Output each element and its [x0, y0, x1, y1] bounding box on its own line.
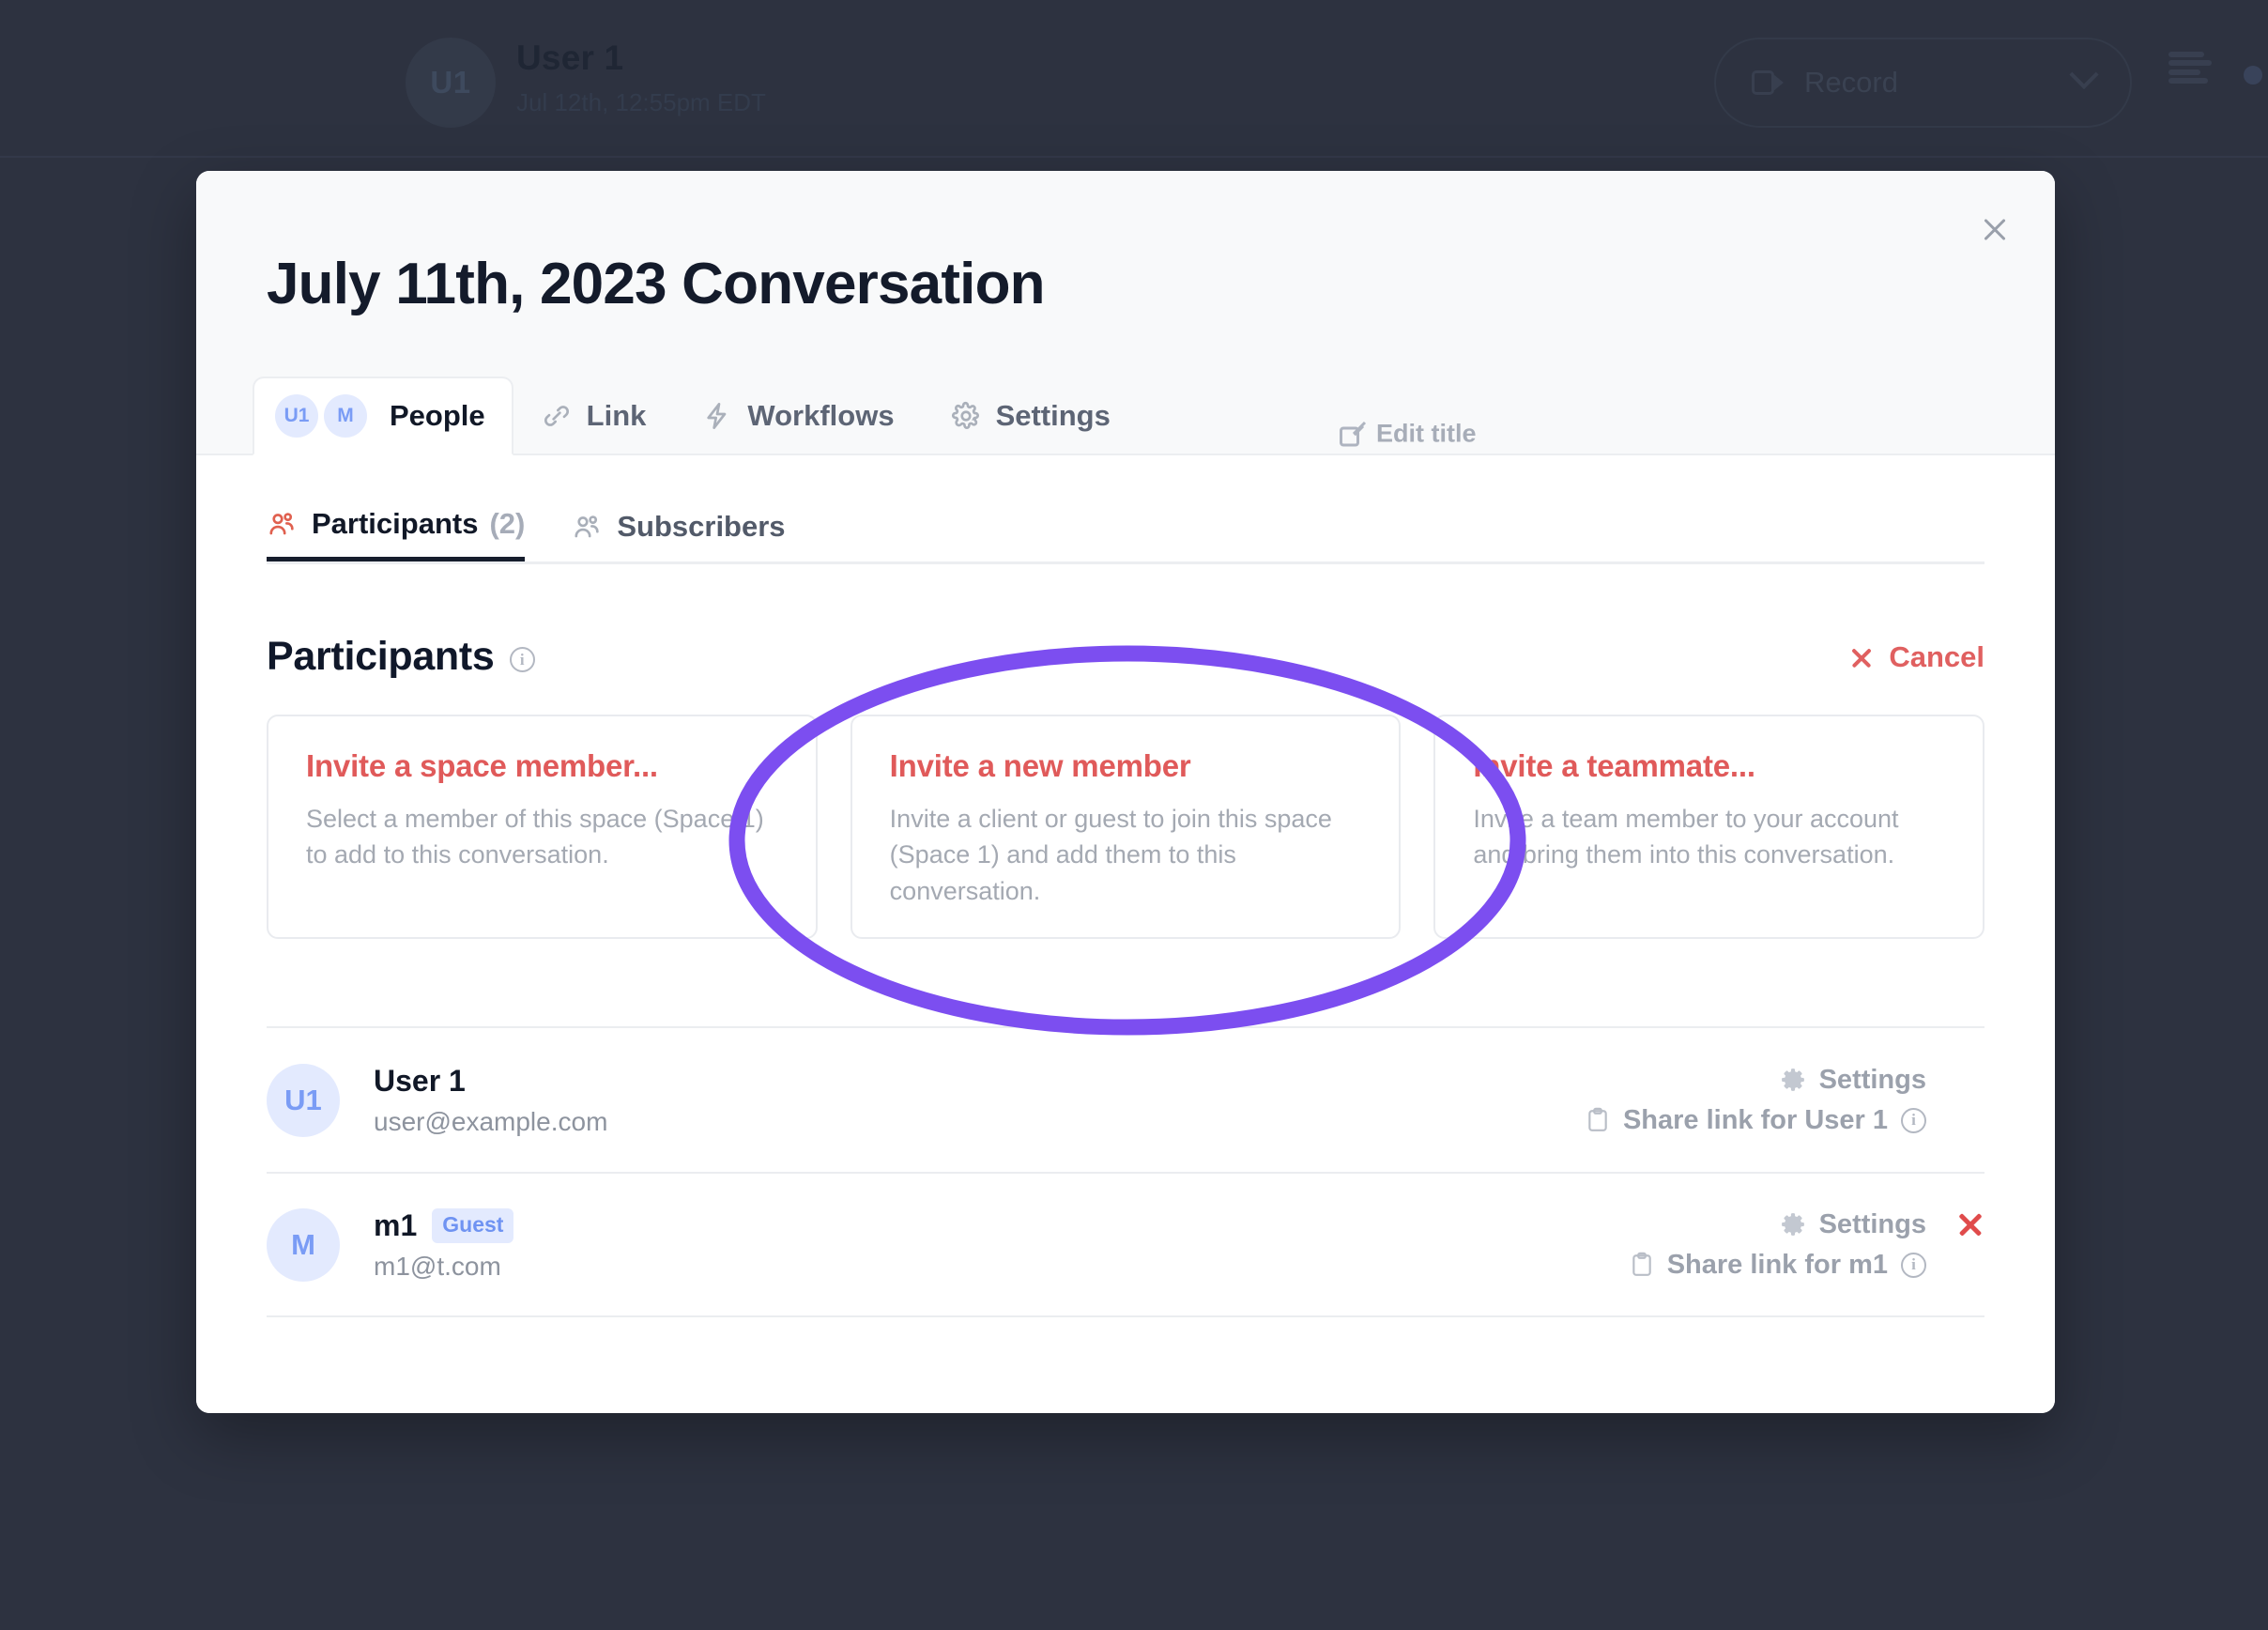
avatar: U1 [406, 38, 496, 128]
modal-header: July 11th, 2023 Conversation Edit title … [196, 171, 2055, 455]
participant-share-link-label: Share link for User 1 [1622, 1104, 1888, 1135]
invite-teammate-card[interactable]: Invite a teammate... Invite a team membe… [1433, 715, 1985, 939]
avatar: M [267, 1207, 340, 1282]
subtab-participants-label: Participants [312, 507, 479, 540]
invite-space-member-card[interactable]: Invite a space member... Select a member… [267, 715, 818, 939]
table-row: M m1 Guest m1@t.com Settings Share link … [267, 1172, 1984, 1317]
participant-name: User 1 [374, 1063, 466, 1098]
subtab-participants-count: (2) [489, 507, 526, 540]
invite-options: Invite a space member... Select a member… [267, 715, 1985, 939]
video-camera-icon [1752, 70, 1784, 95]
section-title: Participants i [267, 634, 535, 680]
close-icon [1849, 645, 1874, 669]
clipboard-icon [1630, 1251, 1654, 1279]
status-dot-icon [2244, 66, 2262, 85]
conversation-timestamp: Jul 12th, 12:55pm EDT [516, 88, 766, 116]
edit-title-button[interactable]: Edit title [1340, 420, 1477, 449]
modal-tab-strip: U1 M People Link Workflows Settings [253, 377, 1139, 455]
cancel-button-label: Cancel [1889, 639, 1984, 673]
app-topbar: U1 User 1 Jul 12th, 12:55pm EDT Record [0, 0, 2268, 158]
people-subtab-bar: Participants (2) Subscribers [267, 491, 1984, 564]
record-button-label: Record [1804, 66, 1898, 99]
subtab-participants[interactable]: Participants (2) [267, 491, 526, 561]
participant-share-link-label: Share link for m1 [1666, 1249, 1888, 1280]
status-badge: Guest [432, 1207, 514, 1243]
subtab-subscribers-label: Subscribers [617, 509, 786, 543]
people-icon [572, 512, 602, 542]
close-icon[interactable] [1970, 205, 2019, 254]
participant-info: m1 Guest m1@t.com [374, 1207, 514, 1282]
gear-icon [1780, 1211, 1806, 1238]
participants-list: U1 User 1 user@example.com Settings Shar… [267, 1026, 1984, 1317]
participant-actions: Settings [1586, 1065, 1984, 1136]
clipboard-icon [1586, 1106, 1610, 1134]
edit-pencil-icon [1340, 421, 1367, 446]
tab-settings[interactable]: Settings [923, 377, 1139, 455]
participant-settings-label: Settings [1818, 1064, 1926, 1095]
tab-workflows-label: Workflows [747, 399, 895, 432]
conversation-user-name: User 1 [516, 38, 624, 77]
section-title-label: Participants [267, 634, 495, 679]
info-icon[interactable]: i [1901, 1107, 1926, 1133]
avatar: U1 [275, 394, 318, 438]
invite-new-member-card[interactable]: Invite a new member Invite a client or g… [850, 715, 1402, 939]
edit-title-label: Edit title [1376, 419, 1477, 448]
participant-settings-label: Settings [1818, 1208, 1926, 1239]
participant-info: User 1 user@example.com [374, 1064, 607, 1137]
tab-people[interactable]: U1 M People [253, 377, 513, 455]
lightning-icon [702, 401, 732, 431]
avatar: U1 [267, 1063, 340, 1137]
modal-body: Participants (2) Subscribers Participant… [196, 455, 2055, 1413]
link-icon [542, 401, 572, 431]
hamburger-menu-icon[interactable] [2168, 52, 2212, 84]
invite-teammate-description: Invite a team member to your account and… [1473, 805, 1899, 869]
participant-settings-button[interactable]: Settings [1780, 1065, 1926, 1096]
info-icon[interactable]: i [509, 647, 535, 672]
participant-actions: Settings [1630, 1209, 1984, 1281]
remove-participant-button[interactable] [1956, 1210, 1984, 1238]
people-icon [267, 509, 297, 539]
participant-settings-button[interactable]: Settings [1780, 1209, 1926, 1240]
gear-icon [951, 401, 981, 431]
participant-share-link-button[interactable]: Share link for m1 i [1630, 1250, 1926, 1281]
avatar-stack-icon: U1 M [275, 394, 367, 438]
invite-space-member-description: Select a member of this space (Space 1) … [306, 805, 764, 869]
people-modal: July 11th, 2023 Conversation Edit title … [196, 171, 2055, 1413]
invite-teammate-title: Invite a teammate... [1473, 748, 1755, 783]
tab-link[interactable]: Link [513, 377, 675, 455]
screen: U1 User 1 Jul 12th, 12:55pm EDT Record J… [0, 0, 2268, 1630]
chevron-down-icon [2069, 59, 2099, 90]
subtab-subscribers[interactable]: Subscribers [572, 491, 786, 561]
participant-email: user@example.com [374, 1106, 608, 1136]
avatar: M [324, 394, 367, 438]
section-header: Participants i Cancel [267, 634, 1984, 680]
tab-workflows[interactable]: Workflows [674, 377, 922, 455]
invite-new-member-title: Invite a new member [889, 748, 1191, 783]
participant-share-link-button[interactable]: Share link for User 1 i [1586, 1105, 1926, 1136]
record-button[interactable]: Record [1714, 38, 2132, 128]
tab-link-label: Link [586, 399, 647, 432]
table-row: U1 User 1 user@example.com Settings Shar… [267, 1026, 1984, 1172]
participant-name: m1 [374, 1207, 418, 1242]
gear-icon [1780, 1067, 1806, 1093]
tab-settings-label: Settings [995, 399, 1111, 432]
page-title: July 11th, 2023 Conversation [267, 252, 1046, 316]
participant-email: m1@t.com [374, 1251, 501, 1281]
invite-new-member-description: Invite a client or guest to join this sp… [889, 805, 1332, 905]
tab-people-label: People [390, 399, 485, 432]
info-icon[interactable]: i [1901, 1252, 1926, 1278]
cancel-button[interactable]: Cancel [1849, 640, 1984, 674]
invite-space-member-title: Invite a space member... [306, 748, 658, 783]
